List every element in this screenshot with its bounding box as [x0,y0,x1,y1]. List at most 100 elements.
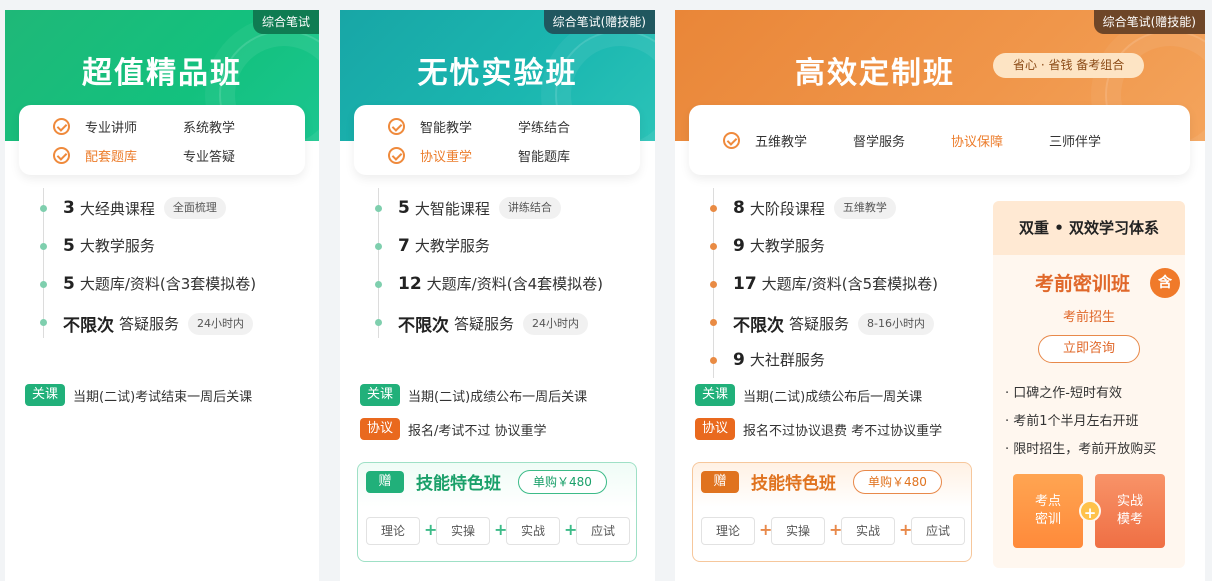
bullet-dot [710,357,717,364]
bonus-tag: 实操 [771,517,825,545]
item-text: 大社群服务 [749,351,825,369]
bullet-dot [40,281,47,288]
feature: 配套题库 [85,150,138,165]
card-tag: 综合笔试(赠技能) [543,10,655,34]
panel-bullet: · 限时招生，考前开放购买 [1005,442,1157,457]
feature: 学练结合 [518,121,571,136]
bullet-dot [375,243,382,250]
bonus-tag: 理论 [701,517,755,545]
item-text: 大阶段课程 [749,199,825,218]
service-item: 5 大智能课程 讲练结合 [398,197,561,219]
includes-badge: 含 [1150,268,1180,298]
policy-text: 当期(二试)考试结束一周后关课 [73,389,253,405]
bonus-name: 技能特色班 [751,474,836,494]
check-icon [388,118,405,135]
policy-row: 协议 报名/考试不过 协议重学 [360,418,547,440]
bullet-dot [40,205,47,212]
bonus-box[interactable]: 赠 技能特色班 单购￥480 理论 + 实操 + 实战 + 应试 [692,462,972,562]
policy-tag: 关课 [360,384,400,406]
item-num: 9 [733,235,745,256]
item-num: 不限次 [63,316,114,336]
class-card-premium: 综合笔试 超值精品班 专业讲师 系统教学 配套题库 专业答疑 3 大经典课程 全… [5,10,319,581]
policy-row: 关课 当期(二试)成绩公布后一周关课 [695,384,922,406]
item-num: 5 [63,273,75,294]
item-pill: 8-16小时内 [858,312,934,335]
mock-exam-label: 实战 模考 [1116,494,1143,527]
service-item: 3 大经典课程 全面梳理 [63,197,226,219]
item-text: 大题库/资料(含3套模拟卷) [79,275,257,293]
item-text: 答疑服务 [789,315,850,333]
bullet-dot [710,319,717,326]
item-text: 大智能课程 [414,199,490,218]
policy-tag: 协议 [695,418,735,440]
feature: 协议重学 [420,150,473,165]
plus-icon: + [1079,500,1101,522]
policy-text: 报名不过协议退费 考不过协议重学 [743,423,943,439]
panel-title: 考前密训班 [1035,273,1131,295]
item-num: 17 [733,273,757,294]
item-text: 大教学服务 [79,237,155,255]
bonus-tag: 应试 [911,517,965,545]
bonus-tag: 实操 [436,517,490,545]
service-item: 8 大阶段课程 五维教学 [733,197,896,219]
policy-tag: 关课 [25,384,65,406]
feature-box: 智能教学 学练结合 协议重学 智能题库 [354,105,640,175]
feature: 五维教学 [755,135,808,150]
bonus-tag: 实战 [841,517,895,545]
check-icon [723,132,740,149]
feature: 系统教学 [183,121,236,136]
item-text: 答疑服务 [119,315,180,333]
service-item: 不限次 答疑服务 24小时内 [398,311,589,336]
service-item: 9 大教学服务 [733,235,825,256]
item-num: 不限次 [733,316,784,336]
policy-tag: 协议 [360,418,400,440]
service-item: 5 大题库/资料(含3套模拟卷) [63,273,256,294]
class-card-worry-free: 综合笔试(赠技能) 无忧实验班 智能教学 学练结合 协议重学 智能题库 5 大智… [340,10,655,581]
service-item: 5 大教学服务 [63,235,155,256]
consult-button[interactable]: 立即咨询 [1038,335,1140,363]
panel-bullet: · 口碑之作-短时有效 [1005,386,1122,401]
service-item: 17 大题库/资料(含5套模拟卷) [733,273,938,294]
service-item: 9 大社群服务 [733,349,825,370]
feature: 督学服务 [853,135,906,150]
service-item: 不限次 答疑服务 8-16小时内 [733,311,934,336]
policy-text: 当期(二试)成绩公布一周后关课 [408,389,588,405]
key-points-label: 考点 密训 [1034,494,1061,527]
policy-text: 当期(二试)成绩公布后一周关课 [743,389,923,405]
key-points-button[interactable]: 考点 密训 [1013,474,1083,548]
bullet-dot [375,205,382,212]
bullet-dot [710,281,717,288]
card-title: 超值精品班 [82,56,242,91]
bullet-dot [40,243,47,250]
feature: 三师伴学 [1049,135,1102,150]
item-pill: 五维教学 [833,197,896,219]
item-text: 大教学服务 [414,237,490,255]
item-text: 大题库/资料(含4套模拟卷) [426,275,603,293]
bonus-name: 技能特色班 [416,474,501,494]
mock-exam-button[interactable]: 实战 模考 [1095,474,1165,548]
item-pill: 全面梳理 [163,197,226,219]
bonus-box[interactable]: 赠 技能特色班 单购￥480 理论 + 实操 + 实战 + 应试 [357,462,637,562]
policy-row: 关课 当期(二试)考试结束一周后关课 [25,384,252,406]
bonus-badge: 赠 [701,471,739,493]
bonus-tag: 实战 [506,517,560,545]
policy-text: 报名/考试不过 协议重学 [408,423,547,439]
check-icon [388,147,405,164]
check-icon [53,147,70,164]
presale-panel: 双重 • 双效学习体系 考前密训班 含 考前招生 立即咨询 · 口碑之作-短时有… [993,201,1185,568]
bullet-dot [710,205,717,212]
policy-row: 关课 当期(二试)成绩公布一周后关课 [360,384,587,406]
card-tag: 综合笔试(赠技能) [1093,10,1205,34]
panel-subtitle: 考前招生 [1062,310,1115,325]
item-text: 大经典课程 [79,199,155,218]
bullet-dot [40,319,47,326]
card-slogan: 省心 · 省钱 备考组合 [993,53,1145,78]
feature: 协议保障 [951,135,1004,150]
service-item: 12 大题库/资料(含4套模拟卷) [398,273,603,294]
panel-bullet: · 考前1个半月左右开班 [1005,414,1139,429]
policy-tag: 关课 [695,384,735,406]
service-item: 7 大教学服务 [398,235,490,256]
item-pill: 24小时内 [523,312,589,335]
item-num: 5 [63,235,75,256]
item-pill: 讲练结合 [498,197,561,219]
